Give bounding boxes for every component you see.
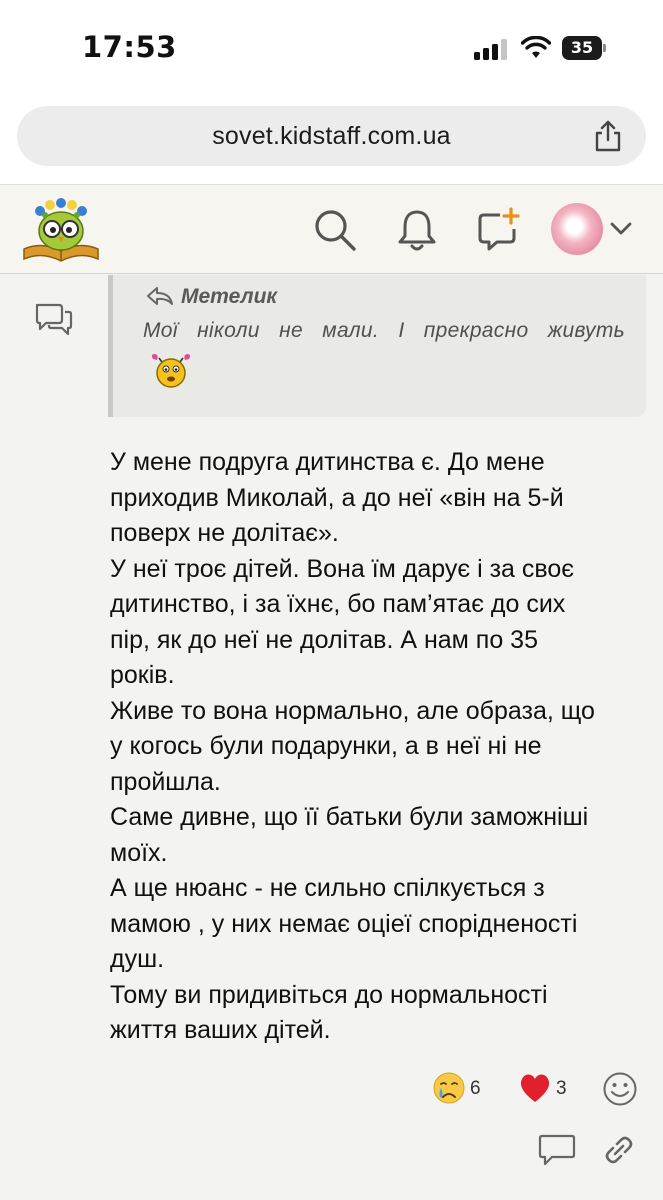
conversation-icon[interactable] [34, 301, 74, 337]
post-line: поверх не долітає». [110, 519, 339, 547]
post-line: приходив Миколай, а до неї «він на 5-й [110, 483, 564, 512]
smiley-emoji [151, 354, 191, 388]
forum-post: Метелик Мої ніколи не мали. І прекрасно … [0, 275, 663, 1200]
reaction-count: 6 [470, 1078, 481, 1099]
post-line: У неї троє дітей. Вона їм дарує і за сво… [110, 554, 575, 583]
bell-icon[interactable] [394, 207, 440, 253]
post-line: душ. [110, 945, 165, 973]
quote-author[interactable]: Метелик [181, 285, 277, 309]
comment-icon[interactable] [538, 1132, 576, 1166]
reaction-heart[interactable]: 3 [518, 1070, 574, 1110]
battery-icon: 35 [562, 36, 606, 60]
link-icon[interactable] [603, 1134, 635, 1166]
post-line: років. [110, 661, 175, 689]
add-reaction-icon[interactable] [602, 1071, 638, 1107]
post-line: У мене подруга дитинства є. До мене [110, 448, 545, 476]
user-avatar[interactable] [551, 203, 603, 255]
status-bar: 17:53 35 [0, 0, 663, 96]
site-header [0, 184, 663, 274]
status-time: 17:53 [82, 30, 177, 64]
post-actions [0, 1130, 663, 1170]
post-line: А ще нюанс - не сильно спілкується з [110, 874, 545, 902]
post-line: моїх. [110, 838, 168, 867]
browser-toolbar: sovet.kidstaff.com.ua [0, 96, 663, 184]
crying-face-icon [433, 1072, 465, 1104]
quote-text: Мої ніколи не мали. І прекрасно живуть [143, 319, 625, 342]
reactions-bar: 6 3 [0, 1070, 663, 1110]
post-line: пройшла. [110, 767, 221, 796]
post-line: Саме дивне, що її батьки були заможніші [110, 803, 589, 831]
post-line: у когось були подарунки, а в неї ні не [110, 732, 542, 760]
post-line: Тому ви придивіться до нормальності [110, 980, 548, 1009]
post-body: У мене подруга дитинства є. До мене прих… [110, 445, 640, 1049]
url-text: sovet.kidstaff.com.ua [212, 122, 451, 150]
share-icon[interactable] [592, 119, 624, 153]
reply-arrow-icon[interactable] [145, 285, 175, 309]
heart-icon [520, 1074, 550, 1102]
post-line: Живе то вона нормально, але образа, що [110, 696, 595, 725]
search-icon[interactable] [312, 207, 358, 253]
reaction-count: 3 [556, 1078, 567, 1099]
post-line: пір, як до неї не долітав. А нам по 35 [110, 625, 538, 654]
post-line: життя ваших дітей. [110, 1016, 331, 1044]
wifi-icon [521, 36, 551, 58]
owl-book-logo[interactable] [20, 193, 102, 265]
battery-level: 35 [562, 36, 602, 60]
quoted-message: Метелик Мої ніколи не мали. І прекрасно … [108, 275, 646, 417]
chevron-down-icon[interactable] [609, 219, 633, 237]
cellular-signal-icon [474, 38, 508, 60]
reaction-crying[interactable]: 6 [432, 1070, 488, 1110]
post-line: дитинство, і за їхнє, бо пам’ятає до сих [110, 590, 566, 618]
address-bar[interactable]: sovet.kidstaff.com.ua [17, 106, 646, 166]
new-message-icon[interactable] [476, 207, 522, 253]
post-line: мамою , у них немає оціеї спорідненості [110, 909, 578, 938]
